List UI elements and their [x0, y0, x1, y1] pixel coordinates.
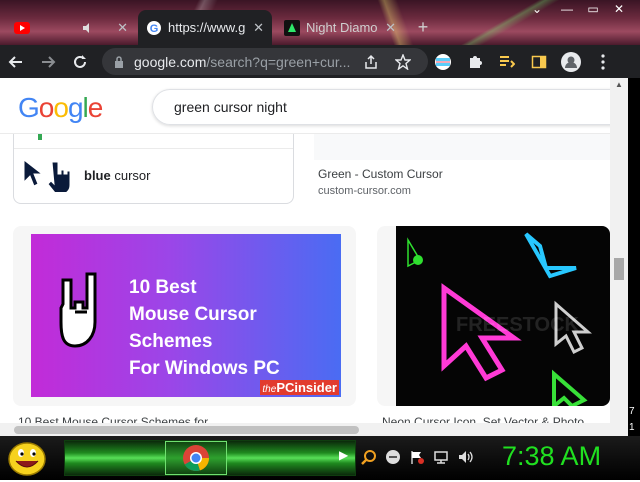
horizontal-scrollbar[interactable] [0, 423, 610, 436]
back-button[interactable] [0, 46, 32, 78]
taskbar: ▶ 7:38 AM [0, 436, 640, 480]
result-image[interactable]: FREESTOCK [396, 226, 610, 406]
related-search-label: blue cursor [84, 168, 151, 183]
result-thumbnail[interactable] [314, 134, 610, 160]
logo-letter: e [87, 92, 104, 123]
back-arrow-icon [8, 55, 22, 68]
tab-night-diamond[interactable]: Night Diamo ✕ [276, 10, 404, 45]
minus-circle-icon[interactable] [384, 448, 402, 466]
url-host: google.com [134, 53, 207, 70]
flag-icon[interactable] [408, 448, 426, 466]
related-search-blue-cursor[interactable]: blue cursor [22, 156, 150, 195]
desktop-edge: 7 1 [628, 78, 640, 436]
result-image[interactable]: 10 Best Mouse Cursor Schemes For Windows… [31, 234, 341, 397]
plus-icon: + [417, 17, 429, 37]
browser-toolbar: google.com/search?q=green+cur... [0, 45, 640, 78]
scrollbar-thumb[interactable] [14, 426, 359, 434]
close-tab-icon[interactable]: ✕ [385, 20, 396, 36]
result-title[interactable]: Green - Custom Cursor [318, 167, 608, 181]
vertical-scrollbar[interactable]: ▲ [610, 78, 628, 436]
network-icon[interactable] [432, 448, 450, 466]
svg-text:G: G [150, 23, 159, 35]
smiley-face-icon [8, 442, 46, 476]
blue-cursor-thumbnail-icon [22, 156, 71, 195]
headline-line: 10 Best [129, 277, 197, 298]
night-diamond-icon [284, 19, 300, 36]
edge-digit: 1 [629, 422, 635, 433]
share-icon[interactable] [360, 51, 382, 73]
image-headline: 10 Best Mouse Cursor Schemes For Windows… [129, 274, 341, 382]
reload-button[interactable] [64, 46, 96, 78]
google-logo[interactable]: Google [18, 92, 104, 124]
url-path: /search?q=green+cur... [206, 53, 351, 70]
extension-flag-icon[interactable] [432, 51, 454, 73]
rock-hand-cursor-icon [55, 272, 111, 357]
chevron-down-icon[interactable]: ⌄ [522, 0, 552, 18]
bookmark-star-icon[interactable] [392, 51, 414, 73]
image-result-card[interactable]: FREESTOCK [377, 226, 610, 406]
close-tab-icon[interactable]: ✕ [253, 20, 264, 36]
logo-letter: o [38, 92, 55, 123]
tab-youtube[interactable]: ✕ [6, 10, 136, 45]
headline-line: Mouse Cursor Schemes [129, 304, 257, 352]
logo-letter: G [18, 92, 40, 123]
start-button[interactable] [6, 439, 48, 477]
puzzle-icon[interactable] [464, 51, 486, 73]
tab-strip: ✕ G https://www.g ✕ Night Diamo ✕ + ⌄ — … [0, 0, 640, 45]
forward-button[interactable] [32, 46, 64, 78]
tab-title: Night Diamo [306, 20, 378, 35]
tab-title: https://www.g [168, 20, 246, 35]
new-tab-button[interactable]: + [408, 10, 438, 45]
reading-list-icon[interactable] [496, 51, 518, 73]
headline-line: For Windows PC [129, 358, 280, 379]
result-source[interactable]: custom-cursor.com [318, 185, 411, 197]
taskbar-clock[interactable]: 7:38 AM [502, 441, 601, 472]
chrome-icon [183, 445, 210, 472]
taskbar-chrome-button[interactable] [165, 441, 227, 475]
menu-kebab-icon[interactable] [592, 51, 614, 73]
close-window-button[interactable]: ✕ [604, 0, 634, 18]
watermark: FREESTOCK [456, 314, 579, 336]
search-icon[interactable] [360, 448, 378, 466]
divider [14, 148, 293, 149]
speaker-icon[interactable] [80, 20, 96, 36]
related-searches-card: blue cursor [13, 134, 294, 204]
chevron-right-icon[interactable]: ▶ [339, 448, 348, 462]
scrollbar-thumb[interactable] [614, 258, 624, 280]
volume-icon[interactable] [456, 448, 474, 466]
green-cursor-thumb [38, 134, 42, 140]
pcinsider-brand: thePCinsider [260, 380, 339, 395]
image-result-card[interactable]: 10 Best Mouse Cursor Schemes For Windows… [13, 226, 356, 406]
edge-digit: 7 [629, 406, 635, 417]
tab-google-search[interactable]: G https://www.g ✕ [138, 10, 272, 45]
logo-letter: g [67, 92, 84, 123]
logo-letter: o [53, 92, 69, 123]
side-panel-icon[interactable] [528, 51, 550, 73]
search-results-page: Google green cursor night blue cursor Gr… [0, 78, 628, 436]
search-input[interactable]: green cursor night [152, 89, 622, 125]
lock-icon [114, 55, 124, 68]
forward-arrow-icon [42, 55, 56, 68]
reload-icon [74, 54, 86, 68]
youtube-icon [14, 20, 30, 36]
scroll-up-arrow-icon[interactable]: ▲ [614, 80, 624, 90]
google-g-icon: G [146, 20, 162, 36]
close-tab-icon[interactable]: ✕ [117, 20, 128, 36]
profile-avatar-icon[interactable] [560, 51, 582, 73]
